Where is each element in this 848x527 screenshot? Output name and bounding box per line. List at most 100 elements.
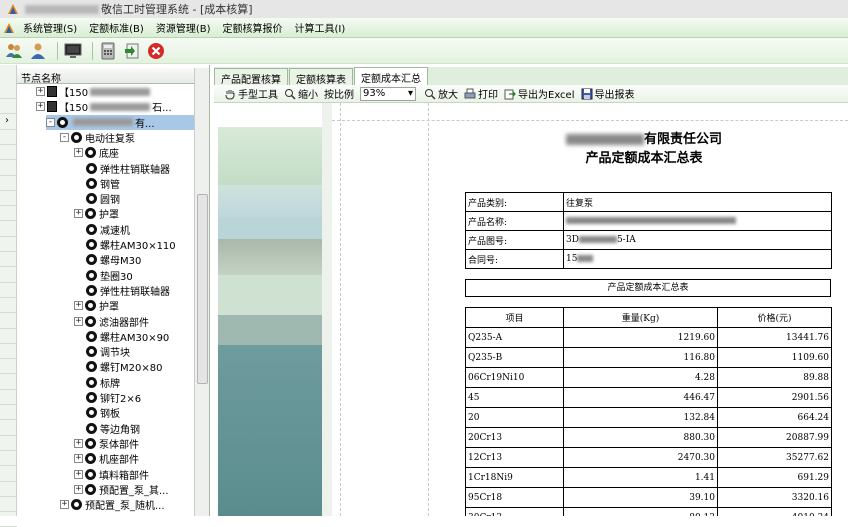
menu-standard[interactable]: 定额标准(B) (83, 18, 150, 38)
tree-node[interactable]: + 滤油器部件 (74, 314, 194, 329)
tree-node-label: 【150 (59, 103, 89, 115)
tree-node[interactable]: + 【150 (36, 84, 194, 99)
tree-node[interactable]: - 有... (46, 114, 194, 130)
zoom-out-button[interactable]: 缩小 (284, 86, 318, 101)
row-indicator[interactable] (0, 314, 17, 329)
tree-node[interactable]: 等边角钢 (86, 421, 194, 436)
tree-node[interactable]: + 填料箱部件 (74, 467, 194, 482)
row-indicator[interactable] (0, 191, 17, 207)
row-indicator[interactable] (0, 99, 17, 115)
row-indicator[interactable] (0, 436, 17, 451)
tab-product-config[interactable]: 产品配置核算 (214, 68, 288, 86)
menu-system[interactable]: 系统管理(S) (17, 18, 83, 38)
row-indicator[interactable] (0, 329, 17, 344)
tree-node[interactable]: 减速机 (86, 222, 194, 237)
tree-node[interactable]: 螺母M30 (86, 252, 194, 267)
row-indicator[interactable] (0, 268, 17, 283)
row-indicator[interactable] (0, 130, 17, 145)
expand-icon[interactable]: + (36, 87, 45, 96)
menu-calc-tools[interactable]: 计算工具(I) (289, 18, 352, 38)
expand-icon[interactable]: + (74, 301, 83, 311)
row-indicator[interactable] (0, 176, 17, 191)
expand-icon[interactable]: + (74, 438, 83, 448)
row-indicator[interactable] (0, 298, 17, 314)
user-button[interactable] (28, 41, 48, 61)
row-indicator[interactable] (0, 497, 17, 513)
tree-node[interactable]: + 护罩 (74, 298, 194, 313)
tree-node[interactable]: 螺柱AM30×110 (86, 237, 194, 252)
row-indicator[interactable] (0, 359, 17, 375)
row-indicator[interactable] (0, 344, 17, 360)
tree-node[interactable]: + 泵体部件 (74, 436, 194, 451)
gear-icon (86, 284, 97, 296)
row-indicator[interactable] (0, 161, 17, 176)
tree-node[interactable]: 标牌 (86, 375, 194, 390)
tree-node[interactable]: 钢管 (86, 176, 194, 191)
exit-button[interactable] (146, 41, 166, 61)
tree-node[interactable]: + 机座部件 (74, 451, 194, 466)
tree-node[interactable]: 调节块 (86, 344, 194, 359)
menu-resource[interactable]: 资源管理(B) (150, 18, 217, 38)
row-indicator[interactable] (0, 206, 17, 222)
row-indicator[interactable] (0, 145, 17, 161)
expand-icon[interactable]: + (60, 500, 69, 510)
export-report-button[interactable]: 导出报表 (581, 86, 635, 101)
tree-scrollbar[interactable] (194, 68, 209, 516)
zoom-select[interactable]: 93% ▾ (360, 86, 416, 101)
expand-icon[interactable]: + (36, 102, 45, 112)
tree-node[interactable]: + 预配置_泵_随机... (60, 497, 194, 512)
collapse-icon[interactable]: - (60, 132, 69, 142)
scrollbar-thumb[interactable] (197, 194, 208, 384)
row-indicator[interactable] (0, 421, 17, 436)
expand-icon[interactable]: + (74, 469, 83, 479)
menu-app-icon[interactable] (3, 22, 15, 34)
tree-node[interactable]: 钢板 (86, 405, 194, 420)
tab-quota-table[interactable]: 定额核算表 (289, 68, 353, 86)
report-preview[interactable]: 有限责任公司 产品定额成本汇总表 产品类别: 往复泵 产品名称: 产品图号: 3D 5… (214, 103, 848, 516)
row-indicator[interactable] (0, 283, 17, 298)
expand-icon[interactable]: + (74, 209, 83, 219)
tree-node[interactable]: 弹性柱销联轴器 (86, 283, 194, 298)
monitor-button[interactable] (63, 41, 83, 61)
row-indicator[interactable] (0, 467, 17, 482)
row-indicator[interactable] (0, 405, 17, 421)
menu-quote[interactable]: 定额核算报价 (217, 18, 289, 38)
expand-icon[interactable]: + (74, 454, 83, 464)
tree-node[interactable]: 螺钉M20×80 (86, 359, 194, 374)
import-button[interactable] (122, 41, 142, 61)
users-button[interactable] (4, 41, 24, 61)
row-indicator[interactable] (0, 451, 17, 467)
row-indicator[interactable]: › (0, 115, 17, 130)
row-indicator[interactable] (0, 390, 17, 405)
tree-node[interactable]: - 电动往复泵 (60, 130, 194, 145)
tree-node[interactable]: 垫圈30 (86, 268, 194, 283)
tree-node[interactable]: 螺柱AM30×90 (86, 329, 194, 344)
tree-node[interactable]: 弹性柱销联轴器 (86, 161, 194, 176)
print-button[interactable]: 打印 (464, 86, 498, 101)
row-indicator[interactable] (0, 252, 17, 268)
page-thumbnail-strip[interactable] (218, 103, 322, 516)
row-indicator[interactable] (0, 375, 17, 390)
calculator-button[interactable] (98, 41, 118, 61)
tree-column-header[interactable]: 节点名称 (17, 68, 194, 85)
zoom-in-button[interactable]: 放大 (424, 86, 458, 101)
thumb-band (218, 217, 322, 239)
row-indicator[interactable] (0, 222, 17, 237)
row-indicator[interactable] (0, 237, 17, 252)
collapse-icon[interactable]: - (46, 117, 55, 127)
row-indicator[interactable] (0, 84, 17, 99)
tree-node[interactable]: + 护罩 (74, 206, 194, 221)
row-indicator[interactable] (0, 512, 17, 527)
expand-icon[interactable]: + (74, 148, 83, 158)
tree-node[interactable]: + 预配置_泵_其... (74, 482, 194, 497)
tab-cost-summary[interactable]: 定额成本汇总 (354, 67, 428, 85)
tree-node[interactable]: + 底座 (74, 145, 194, 160)
row-indicator[interactable] (0, 482, 17, 497)
tree-node[interactable]: 圆钢 (86, 191, 194, 206)
hand-tool-button[interactable]: 手型工具 (224, 86, 278, 101)
tree-node[interactable]: + 【150 石... (36, 99, 194, 114)
expand-icon[interactable]: + (74, 316, 83, 326)
export-excel-button[interactable]: 导出为Excel (504, 86, 575, 101)
tree-node[interactable]: 铆钉2×6 (86, 390, 194, 405)
expand-icon[interactable]: + (74, 484, 83, 494)
